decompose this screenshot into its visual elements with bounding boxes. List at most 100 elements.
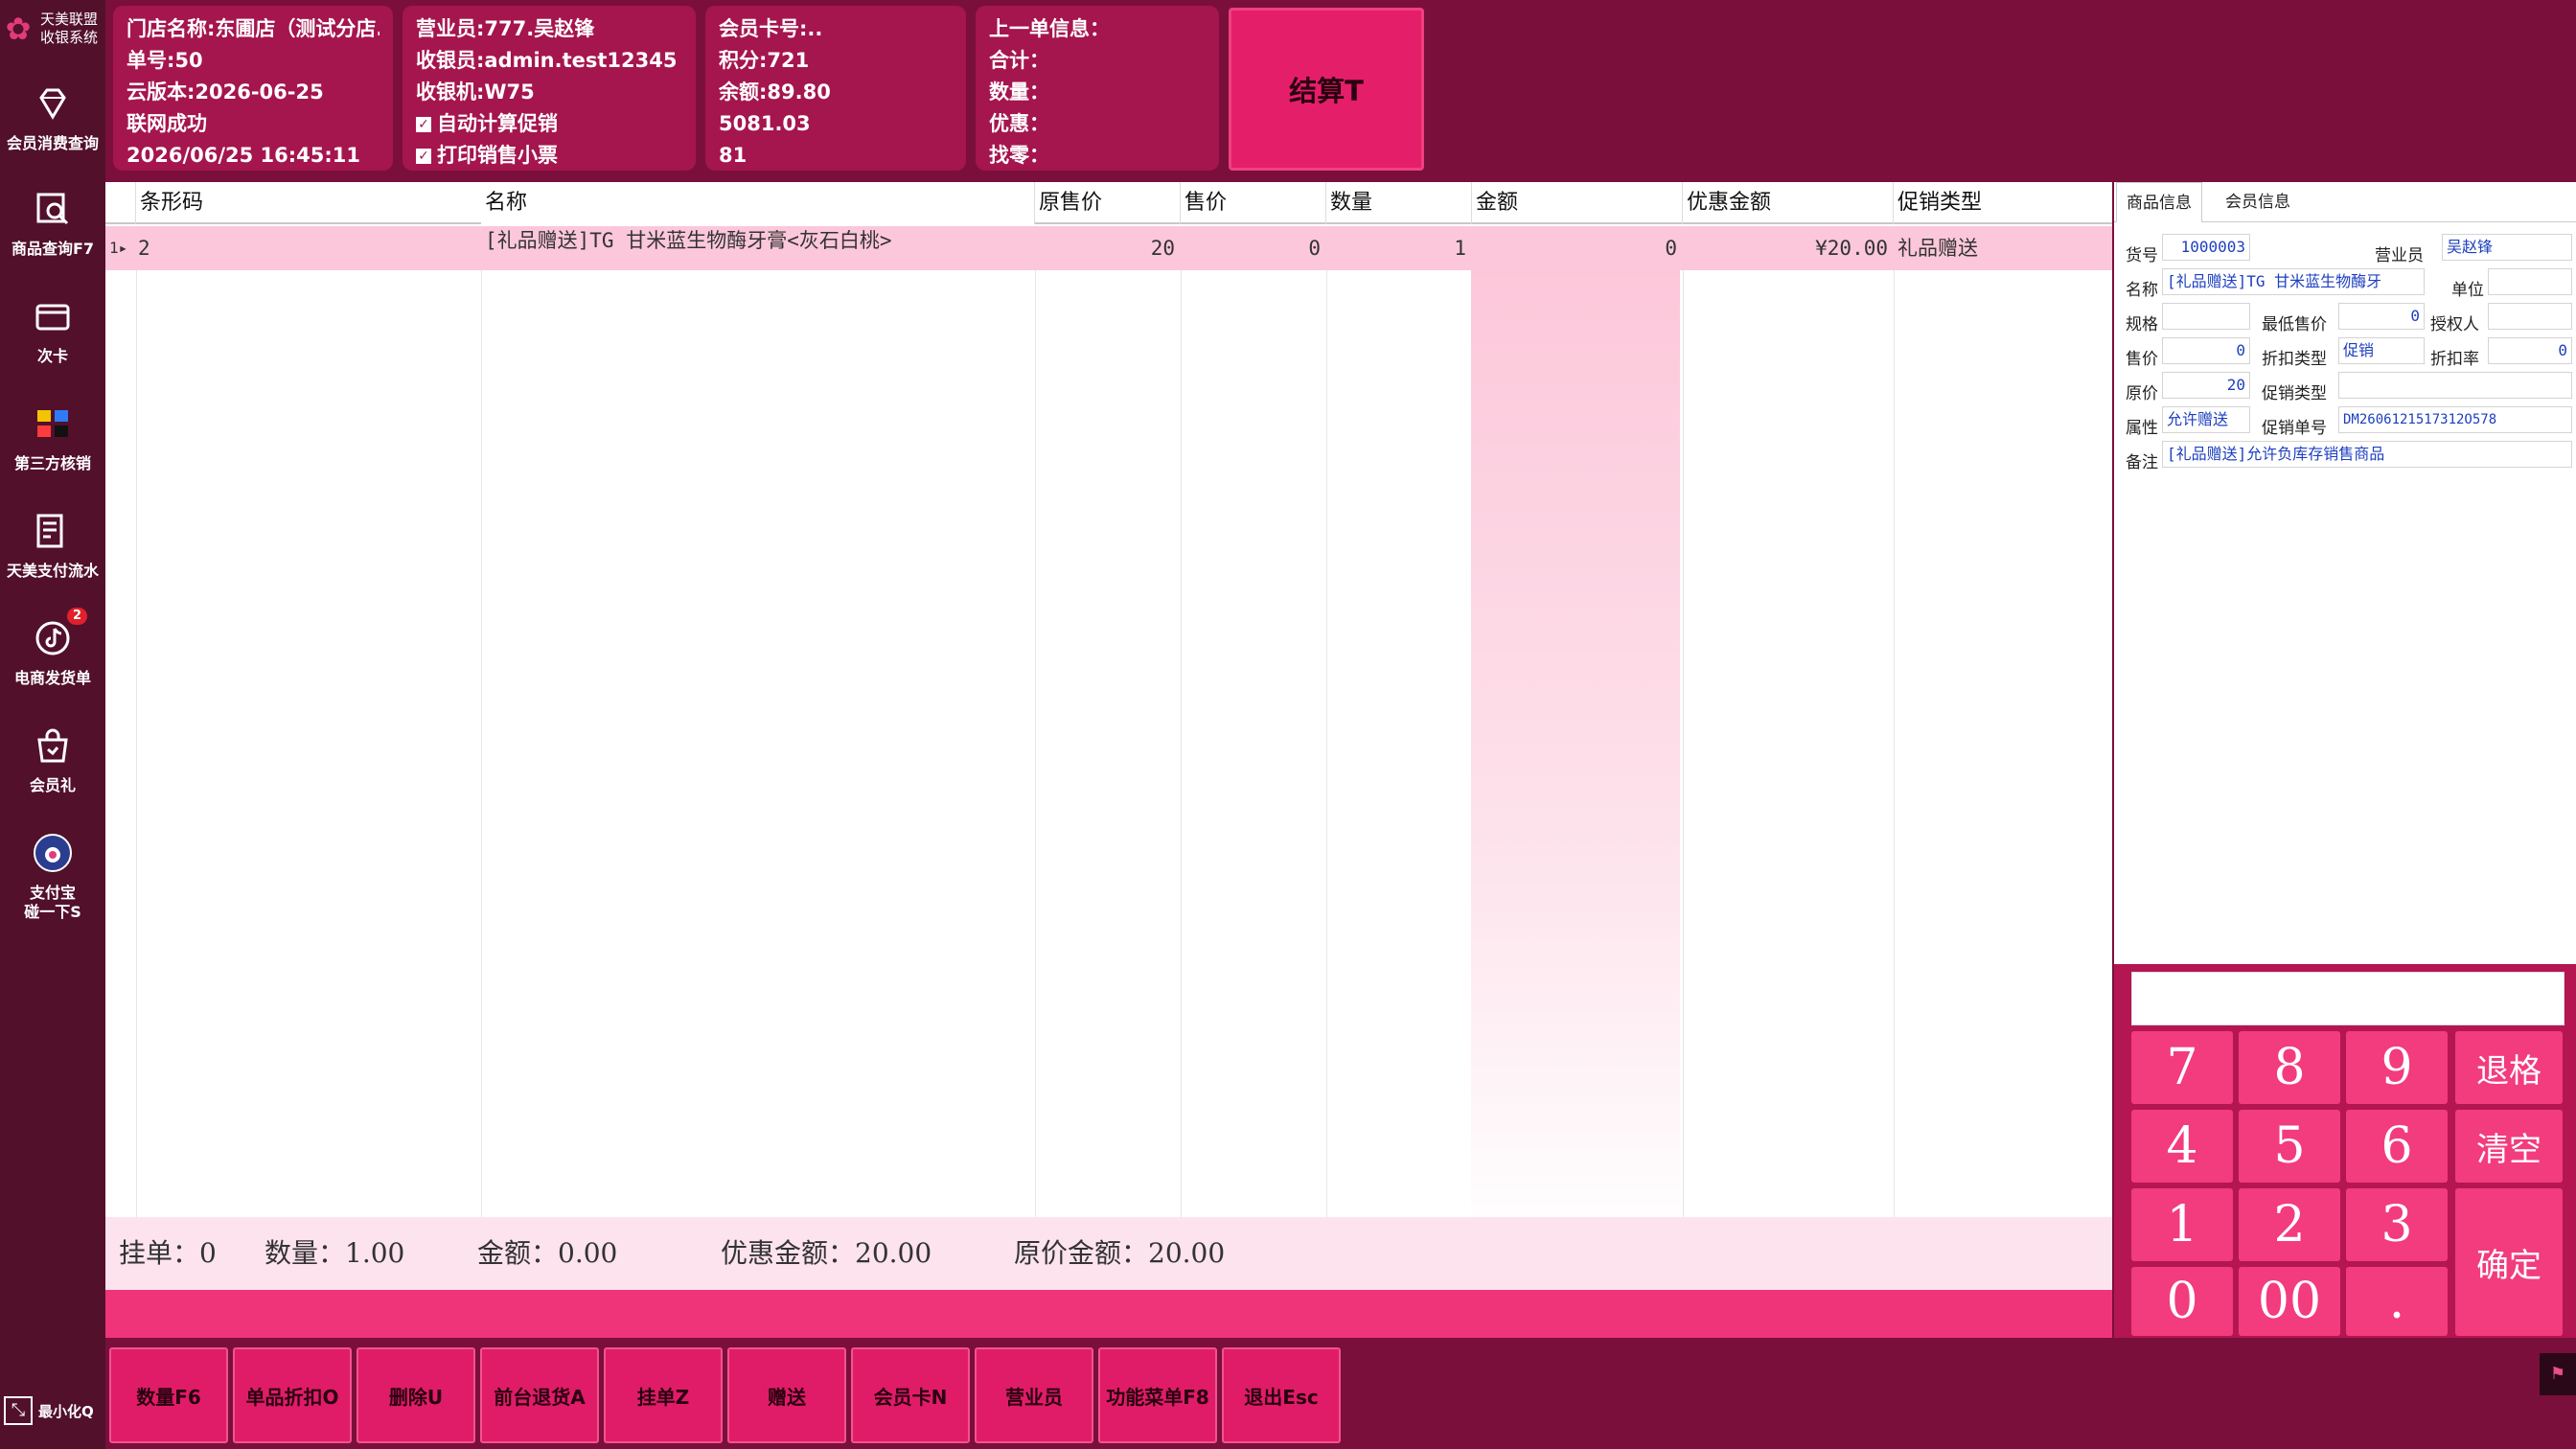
gift-bag-icon: [28, 721, 78, 770]
function-menu-button[interactable]: 功能菜单F8: [1098, 1347, 1217, 1443]
brand: ✿ 天美联盟 收银系统: [0, 0, 105, 58]
field-discount-rate[interactable]: 0: [2488, 337, 2572, 364]
field-orig-price[interactable]: 20: [2162, 372, 2250, 399]
auto-promo-checkbox[interactable]: ✓ 自动计算促销: [416, 108, 682, 140]
item-discount-button[interactable]: 单品折扣O: [233, 1347, 352, 1443]
tab-member-info[interactable]: 会员信息: [2216, 182, 2300, 222]
field-spec[interactable]: [2162, 303, 2250, 330]
column-header-amount[interactable]: 金额: [1472, 182, 1683, 224]
return-button[interactable]: 前台退货A: [480, 1347, 599, 1443]
key-1[interactable]: 1: [2131, 1188, 2233, 1261]
column-divider: [136, 270, 137, 1217]
sidebar-label: 天美支付流水: [6, 562, 99, 580]
delete-button[interactable]: 删除U: [356, 1347, 475, 1443]
cell-qty: 1: [1454, 237, 1466, 260]
column-header-name[interactable]: 名称: [481, 182, 1035, 224]
column-header-promo-type[interactable]: 促销类型: [1894, 182, 2112, 224]
table-row[interactable]: 1▸ 2 [礼品赠送]TG 甘米蓝生物酶牙膏<灰石白桃> 20 0 1 0 ¥2…: [105, 226, 2112, 270]
total-qty: 数量：1.00: [264, 1237, 405, 1269]
field-discount-type[interactable]: 促销: [2338, 337, 2425, 364]
sidebar-item-tianmei-pay[interactable]: 天美支付流水: [0, 500, 105, 596]
sidebar-label: 第三方核销: [13, 454, 91, 472]
key-dot[interactable]: .: [2346, 1267, 2448, 1336]
key-0[interactable]: 0: [2131, 1267, 2233, 1336]
key-5[interactable]: 5: [2239, 1110, 2340, 1183]
cell-barcode: 2: [138, 237, 150, 260]
cell-promo-type: 礼品赠送: [1898, 237, 1978, 260]
sidebar-item-third-party[interactable]: 第三方核销: [0, 393, 105, 489]
salesperson-button[interactable]: 营业员: [975, 1347, 1093, 1443]
field-promo-type[interactable]: [2338, 372, 2572, 399]
field-remark[interactable]: [礼品赠送]允许负库存销售商品: [2162, 441, 2572, 468]
hold-order-button[interactable]: 挂单Z: [604, 1347, 723, 1443]
sidebar: ✿ 天美联盟 收银系统 会员消费查询 商品查询F7 次卡 第三方核销 天美支付流…: [0, 0, 105, 1449]
cell-name: [礼品赠送]TG 甘米蓝生物酶牙膏<灰石白桃>: [485, 229, 892, 252]
key-4[interactable]: 4: [2131, 1110, 2233, 1183]
print-receipt-label: 打印销售小票: [437, 144, 558, 167]
column-header-discount-amount[interactable]: 优惠金额: [1683, 182, 1894, 224]
total-amount: 金额：0.00: [477, 1237, 618, 1269]
last-order-total: 合计：: [989, 49, 1049, 72]
label-salesperson: 营业员: [2375, 246, 2424, 265]
field-salesperson[interactable]: 吴赵锋: [2442, 234, 2572, 261]
column-divider: [1035, 270, 1036, 1217]
cashier: 收银员:admin.test12345: [416, 49, 678, 72]
field-price[interactable]: 0: [2162, 337, 2250, 364]
tab-product-info[interactable]: 商品信息: [2116, 182, 2202, 222]
backspace-button[interactable]: 退格: [2455, 1031, 2563, 1104]
sidebar-item-member-gift[interactable]: 会员礼: [0, 715, 105, 811]
field-item-no[interactable]: 1000003: [2162, 234, 2250, 261]
field-authorizer[interactable]: [2488, 303, 2572, 330]
key-9[interactable]: 9: [2346, 1031, 2448, 1104]
column-header-price[interactable]: 售价: [1181, 182, 1326, 224]
totals-bar: 挂单：0 数量：1.00 金额：0.00 优惠金额：20.00 原价金额：20.…: [105, 1217, 2112, 1290]
sidebar-item-product-query[interactable]: 商品查询F7: [0, 178, 105, 274]
key-2[interactable]: 2: [2239, 1188, 2340, 1261]
sidebar-item-times-card[interactable]: 次卡: [0, 286, 105, 381]
cell-price: 0: [1308, 237, 1321, 260]
quantity-button[interactable]: 数量F6: [109, 1347, 228, 1443]
clear-button[interactable]: 清空: [2455, 1110, 2563, 1183]
flag-icon[interactable]: ⚑: [2540, 1353, 2576, 1395]
field-name[interactable]: [礼品赠送]TG 甘米蓝生物酶牙: [2162, 268, 2425, 295]
checkout-button[interactable]: 结算T: [1229, 8, 1424, 171]
key-00[interactable]: 00: [2239, 1267, 2340, 1336]
key-6[interactable]: 6: [2346, 1110, 2448, 1183]
salesperson: 营业员:777.吴赵锋: [416, 17, 595, 40]
brand-line1: 天美联盟: [39, 11, 98, 28]
alipay-tap-icon: [28, 828, 78, 878]
cell-discount-amount: ¥20.00: [1815, 237, 1888, 260]
exit-button[interactable]: 退出Esc: [1222, 1347, 1341, 1443]
notification-badge: 2: [66, 608, 87, 625]
confirm-button[interactable]: 确定: [2455, 1188, 2563, 1336]
checkbox-checked-icon: ✓: [416, 117, 431, 132]
payment-list-icon: [28, 506, 78, 556]
total-orig-amount: 原价金额：20.00: [1014, 1237, 1226, 1269]
label-authorizer: 授权人: [2430, 315, 2479, 334]
product-info-panel: 商品信息 会员信息 货号 1000003 营业员 吴赵锋 名称 [礼品赠送]TG…: [2114, 182, 2576, 964]
column-header-orig-price[interactable]: 原售价: [1035, 182, 1181, 224]
gift-button[interactable]: 赠送: [727, 1347, 846, 1443]
sidebar-item-ecommerce-delivery[interactable]: 2 电商发货单: [0, 608, 105, 703]
key-8[interactable]: 8: [2239, 1031, 2340, 1104]
field-promo-no[interactable]: DM2606121517312O578: [2338, 406, 2572, 433]
field-min-price[interactable]: 0: [2338, 303, 2425, 330]
minimize-icon: ⤡: [4, 1396, 33, 1425]
member-card-button[interactable]: 会员卡N: [851, 1347, 970, 1443]
print-receipt-checkbox[interactable]: ✓ 打印销售小票: [416, 140, 682, 172]
key-3[interactable]: 3: [2346, 1188, 2448, 1261]
minimize-button[interactable]: ⤡ 最小化Q: [0, 1390, 105, 1432]
column-header-qty[interactable]: 数量: [1326, 182, 1472, 224]
sidebar-item-alipay-tap[interactable]: 支付宝 碰一下S: [0, 822, 105, 928]
third-party-icon: [28, 399, 78, 448]
field-unit[interactable]: [2488, 268, 2572, 295]
field-attribute[interactable]: 允许赠送: [2162, 406, 2250, 433]
key-7[interactable]: 7: [2131, 1031, 2233, 1104]
member-info-panel: 会员卡号:.. 积分:721 余额:89.80 5081.03 81: [705, 6, 966, 171]
order-number: 单号:50: [126, 49, 203, 72]
sidebar-item-member-consumption[interactable]: 会员消费查询: [0, 73, 105, 169]
network-status: 联网成功: [126, 112, 207, 135]
sidebar-label: 电商发货单: [13, 669, 91, 687]
label-promo-no: 促销单号: [2262, 419, 2327, 438]
keypad-input[interactable]: [2131, 972, 2564, 1025]
